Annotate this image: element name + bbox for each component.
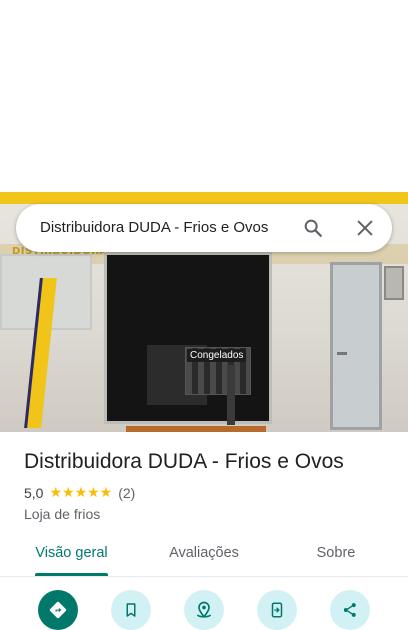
send-to-phone-icon xyxy=(271,602,283,618)
send-to-phone-button[interactable] xyxy=(257,590,297,630)
search-icon[interactable] xyxy=(302,217,324,239)
door-handle xyxy=(337,352,347,355)
nearby-icon xyxy=(196,601,212,618)
tab-about[interactable]: Sobre xyxy=(306,536,366,576)
nearby-button[interactable] xyxy=(184,590,224,630)
side-door xyxy=(330,262,382,430)
electric-meter xyxy=(384,266,404,300)
search-bar[interactable]: Distribuidora DUDA - Frios e Ovos xyxy=(16,204,392,252)
top-blank-area xyxy=(0,0,408,192)
directions-icon xyxy=(49,601,67,619)
share-icon xyxy=(343,603,356,617)
share-button[interactable] xyxy=(330,590,370,630)
place-category[interactable]: Loja de frios xyxy=(24,506,100,522)
directions-button[interactable] xyxy=(38,590,78,630)
active-tab-indicator xyxy=(35,573,108,576)
shop-entrance: Congelados xyxy=(104,252,272,425)
rating-value: 5,0 xyxy=(24,485,44,501)
rating-row[interactable]: 5,0 ★★★★★ (2) xyxy=(24,485,135,501)
place-title: Distribuidora DUDA - Frios e Ovos xyxy=(24,450,344,473)
close-icon[interactable] xyxy=(354,217,376,239)
tab-reviews[interactable]: Avaliações xyxy=(160,536,248,576)
bookmark-icon xyxy=(126,603,136,617)
review-count[interactable]: (2) xyxy=(118,485,135,501)
search-input[interactable]: Distribuidora DUDA - Frios e Ovos xyxy=(40,204,268,252)
floor-mat xyxy=(126,426,266,432)
freezer-label: Congelados xyxy=(187,349,247,362)
save-button[interactable] xyxy=(111,590,151,630)
tab-overview[interactable]: Visão geral xyxy=(35,536,108,576)
star-rating-icon: ★★★★★ xyxy=(49,485,113,501)
action-bar xyxy=(0,590,408,630)
tab-bar: Visão geral Avaliações Sobre xyxy=(0,536,408,577)
awning xyxy=(0,192,408,204)
door-frame xyxy=(227,365,235,425)
